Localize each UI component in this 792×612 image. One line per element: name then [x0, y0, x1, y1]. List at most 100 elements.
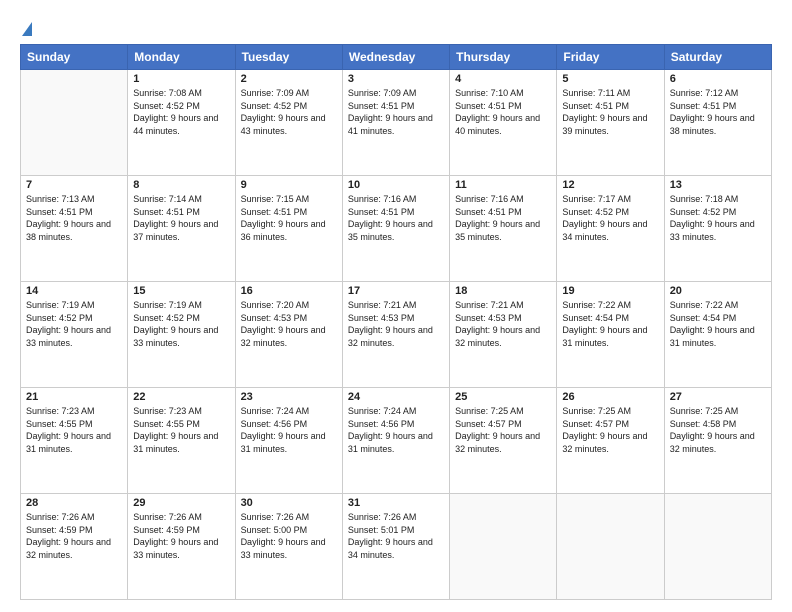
day-number: 22 [133, 391, 229, 403]
day-number: 5 [562, 73, 658, 85]
day-number: 28 [26, 497, 122, 509]
day-number: 10 [348, 179, 444, 191]
calendar-cell: 11Sunrise: 7:16 AMSunset: 4:51 PMDayligh… [450, 176, 557, 282]
calendar-cell: 18 Sunrise: 7:21 AMSunset: 4:53 PMDayligh… [450, 282, 557, 388]
calendar-cell: 23 Sunrise: 7:24 AMSunset: 4:56 PMDayligh… [235, 388, 342, 494]
day-info: Sunrise: 7:26 AMSunset: 4:59 PMDaylight:… [26, 511, 122, 561]
day-number: 29 [133, 497, 229, 509]
day-info: Sunrise: 7:23 AMSunset: 4:55 PMDaylight:… [133, 405, 229, 455]
day-info: Sunrise: 7:10 AMSunset: 4:51 PMDaylight:… [455, 87, 551, 137]
calendar-cell: 28 Sunrise: 7:26 AMSunset: 4:59 PMDayligh… [21, 494, 128, 600]
day-info: Sunrise: 7:13 AMSunset: 4:51 PMDaylight:… [26, 193, 122, 243]
calendar-week-row: 14 Sunrise: 7:19 AMSunset: 4:52 PMDayligh… [21, 282, 772, 388]
day-number: 2 [241, 73, 337, 85]
day-info: Sunrise: 7:21 AMSunset: 4:53 PMDaylight:… [455, 299, 551, 349]
day-of-week-header: Monday [128, 45, 235, 70]
calendar-week-row: 21Sunrise: 7:23 AMSunset: 4:55 PMDayligh… [21, 388, 772, 494]
day-info: Sunrise: 7:22 AMSunset: 4:54 PMDaylight:… [562, 299, 658, 349]
calendar-cell [21, 70, 128, 176]
calendar-cell: 24Sunrise: 7:24 AMSunset: 4:56 PMDayligh… [342, 388, 449, 494]
logo-text [20, 20, 32, 36]
day-of-week-header: Tuesday [235, 45, 342, 70]
calendar-cell: 26 Sunrise: 7:25 AMSunset: 4:57 PMDayligh… [557, 388, 664, 494]
day-info: Sunrise: 7:19 AMSunset: 4:52 PMDaylight:… [133, 299, 229, 349]
day-of-week-header: Saturday [664, 45, 771, 70]
calendar-cell: 5 Sunrise: 7:11 AMSunset: 4:51 PMDaylight… [557, 70, 664, 176]
day-number: 27 [670, 391, 766, 403]
calendar-cell [557, 494, 664, 600]
day-info: Sunrise: 7:25 AMSunset: 4:57 PMDaylight:… [455, 405, 551, 455]
day-number: 15 [133, 285, 229, 297]
day-info: Sunrise: 7:26 AMSunset: 5:01 PMDaylight:… [348, 511, 444, 561]
day-number: 25 [455, 391, 551, 403]
calendar-cell: 13 Sunrise: 7:18 AMSunset: 4:52 PMDayligh… [664, 176, 771, 282]
calendar-cell: 9Sunrise: 7:15 AMSunset: 4:51 PMDaylight… [235, 176, 342, 282]
day-number: 23 [241, 391, 337, 403]
day-number: 20 [670, 285, 766, 297]
day-of-week-header: Wednesday [342, 45, 449, 70]
calendar-cell: 3 Sunrise: 7:09 AMSunset: 4:51 PMDaylight… [342, 70, 449, 176]
day-number: 19 [562, 285, 658, 297]
calendar-cell: 31 Sunrise: 7:26 AMSunset: 5:01 PMDayligh… [342, 494, 449, 600]
calendar-cell: 30 Sunrise: 7:26 AMSunset: 5:00 PMDayligh… [235, 494, 342, 600]
day-info: Sunrise: 7:16 AMSunset: 4:51 PMDaylight:… [348, 193, 444, 243]
calendar-cell: 16 Sunrise: 7:20 AMSunset: 4:53 PMDayligh… [235, 282, 342, 388]
day-info: Sunrise: 7:18 AMSunset: 4:52 PMDaylight:… [670, 193, 766, 243]
calendar-cell: 12 Sunrise: 7:17 AMSunset: 4:52 PMDayligh… [557, 176, 664, 282]
day-info: Sunrise: 7:24 AMSunset: 4:56 PMDaylight:… [241, 405, 337, 455]
day-info: Sunrise: 7:20 AMSunset: 4:53 PMDaylight:… [241, 299, 337, 349]
day-info: Sunrise: 7:14 AMSunset: 4:51 PMDaylight:… [133, 193, 229, 243]
calendar-cell: 19 Sunrise: 7:22 AMSunset: 4:54 PMDayligh… [557, 282, 664, 388]
day-info: Sunrise: 7:23 AMSunset: 4:55 PMDaylight:… [26, 405, 122, 455]
calendar-cell: 1 Sunrise: 7:08 AMSunset: 4:52 PMDaylight… [128, 70, 235, 176]
day-info: Sunrise: 7:19 AMSunset: 4:52 PMDaylight:… [26, 299, 122, 349]
day-info: Sunrise: 7:25 AMSunset: 4:57 PMDaylight:… [562, 405, 658, 455]
calendar-cell: 21Sunrise: 7:23 AMSunset: 4:55 PMDayligh… [21, 388, 128, 494]
day-of-week-header: Thursday [450, 45, 557, 70]
day-number: 7 [26, 179, 122, 191]
day-number: 8 [133, 179, 229, 191]
calendar-week-row: 28 Sunrise: 7:26 AMSunset: 4:59 PMDayligh… [21, 494, 772, 600]
day-number: 4 [455, 73, 551, 85]
calendar-cell: 20 Sunrise: 7:22 AMSunset: 4:54 PMDayligh… [664, 282, 771, 388]
day-number: 26 [562, 391, 658, 403]
day-number: 16 [241, 285, 337, 297]
calendar-week-row: 1 Sunrise: 7:08 AMSunset: 4:52 PMDaylight… [21, 70, 772, 176]
day-info: Sunrise: 7:21 AMSunset: 4:53 PMDaylight:… [348, 299, 444, 349]
day-number: 1 [133, 73, 229, 85]
day-info: Sunrise: 7:15 AMSunset: 4:51 PMDaylight:… [241, 193, 337, 243]
calendar-cell: 14 Sunrise: 7:19 AMSunset: 4:52 PMDayligh… [21, 282, 128, 388]
day-number: 31 [348, 497, 444, 509]
calendar-cell: 6Sunrise: 7:12 AMSunset: 4:51 PMDaylight… [664, 70, 771, 176]
logo-triangle-icon [22, 22, 32, 36]
day-info: Sunrise: 7:22 AMSunset: 4:54 PMDaylight:… [670, 299, 766, 349]
day-number: 12 [562, 179, 658, 191]
day-of-week-header: Sunday [21, 45, 128, 70]
calendar-header-row: SundayMondayTuesdayWednesdayThursdayFrid… [21, 45, 772, 70]
day-number: 13 [670, 179, 766, 191]
day-number: 3 [348, 73, 444, 85]
day-number: 17 [348, 285, 444, 297]
day-info: Sunrise: 7:26 AMSunset: 5:00 PMDaylight:… [241, 511, 337, 561]
calendar-cell: 29Sunrise: 7:26 AMSunset: 4:59 PMDayligh… [128, 494, 235, 600]
day-info: Sunrise: 7:11 AMSunset: 4:51 PMDaylight:… [562, 87, 658, 137]
calendar-cell: 25 Sunrise: 7:25 AMSunset: 4:57 PMDayligh… [450, 388, 557, 494]
calendar-week-row: 7 Sunrise: 7:13 AMSunset: 4:51 PMDaylight… [21, 176, 772, 282]
calendar-cell: 27Sunrise: 7:25 AMSunset: 4:58 PMDayligh… [664, 388, 771, 494]
day-info: Sunrise: 7:17 AMSunset: 4:52 PMDaylight:… [562, 193, 658, 243]
day-number: 24 [348, 391, 444, 403]
calendar-cell: 22 Sunrise: 7:23 AMSunset: 4:55 PMDayligh… [128, 388, 235, 494]
day-number: 18 [455, 285, 551, 297]
calendar-cell: 2Sunrise: 7:09 AMSunset: 4:52 PMDaylight… [235, 70, 342, 176]
calendar-cell: 17 Sunrise: 7:21 AMSunset: 4:53 PMDayligh… [342, 282, 449, 388]
day-info: Sunrise: 7:09 AMSunset: 4:51 PMDaylight:… [348, 87, 444, 137]
calendar-cell [664, 494, 771, 600]
page: SundayMondayTuesdayWednesdayThursdayFrid… [0, 0, 792, 612]
day-number: 14 [26, 285, 122, 297]
calendar-cell: 8 Sunrise: 7:14 AMSunset: 4:51 PMDaylight… [128, 176, 235, 282]
day-number: 30 [241, 497, 337, 509]
day-info: Sunrise: 7:08 AMSunset: 4:52 PMDaylight:… [133, 87, 229, 137]
day-of-week-header: Friday [557, 45, 664, 70]
calendar-cell: 7 Sunrise: 7:13 AMSunset: 4:51 PMDaylight… [21, 176, 128, 282]
logo [20, 20, 32, 36]
